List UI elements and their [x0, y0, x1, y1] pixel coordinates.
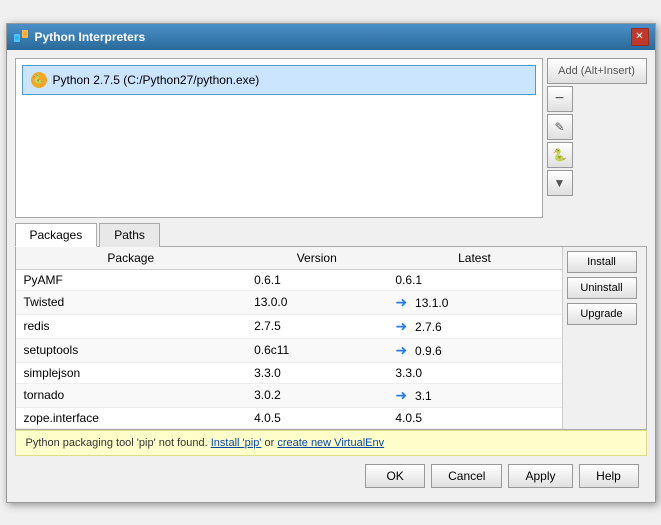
install-pip-link[interactable]: Install 'pip': [211, 437, 262, 449]
filter-button[interactable]: ▼: [547, 170, 573, 196]
cell-package: simplejson: [16, 362, 247, 383]
cell-package: PyAMF: [16, 269, 247, 290]
col-latest: Latest: [387, 247, 561, 270]
cell-latest: ➜ 3.1: [387, 383, 561, 407]
upgrade-button[interactable]: Upgrade: [567, 303, 637, 325]
interpreter-selected[interactable]: 🐍 Python 2.7.5 (C:/Python27/python.exe): [22, 65, 536, 95]
add-interpreter-button[interactable]: Add (Alt+Insert): [547, 58, 647, 84]
cell-version: 13.0.0: [246, 290, 387, 314]
close-button[interactable]: ✕: [631, 28, 649, 46]
cell-package: setuptools: [16, 338, 247, 362]
interpreter-row: 🐍 Python 2.7.5 (C:/Python27/python.exe) …: [15, 58, 647, 218]
cell-package: redis: [16, 314, 247, 338]
tab-paths[interactable]: Paths: [99, 223, 160, 247]
main-window: Python Interpreters ✕ 🐍 Python 2.7.5 (C:…: [6, 23, 656, 503]
cell-latest: ➜ 2.7.6: [387, 314, 561, 338]
cell-version: 0.6c11: [246, 338, 387, 362]
apply-button[interactable]: Apply: [508, 464, 572, 488]
cell-package: Twisted: [16, 290, 247, 314]
install-button[interactable]: Install: [567, 251, 637, 273]
python-copy-button[interactable]: 🐍: [547, 142, 573, 168]
packages-table: Package Version Latest PyAMF0.6.10.6.1Tw…: [16, 247, 562, 429]
col-package: Package: [16, 247, 247, 270]
tabs-section: Packages Paths Package Version: [15, 222, 647, 430]
col-version: Version: [246, 247, 387, 270]
tab-row: Packages Paths: [15, 222, 647, 247]
interpreter-list: 🐍 Python 2.7.5 (C:/Python27/python.exe): [15, 58, 543, 218]
window-icon: [13, 29, 29, 45]
main-content-row: Package Version Latest PyAMF0.6.10.6.1Tw…: [16, 247, 646, 429]
table-row[interactable]: setuptools0.6c11➜ 0.9.6: [16, 338, 562, 362]
package-action-buttons: Install Uninstall Upgrade: [562, 247, 646, 429]
warning-text-mid: or: [261, 437, 277, 449]
cell-version: 4.0.5: [246, 407, 387, 428]
cell-version: 3.0.2: [246, 383, 387, 407]
remove-interpreter-button[interactable]: −: [547, 86, 573, 112]
table-row[interactable]: PyAMF0.6.10.6.1: [16, 269, 562, 290]
window-body: 🐍 Python 2.7.5 (C:/Python27/python.exe) …: [7, 50, 655, 502]
update-arrow-icon: ➜: [395, 342, 411, 358]
cell-latest: 0.6.1: [387, 269, 561, 290]
cancel-button[interactable]: Cancel: [431, 464, 502, 488]
cell-version: 0.6.1: [246, 269, 387, 290]
interpreter-label: Python 2.7.5 (C:/Python27/python.exe): [53, 73, 260, 87]
help-button[interactable]: Help: [579, 464, 639, 488]
table-row[interactable]: redis2.7.5➜ 2.7.6: [16, 314, 562, 338]
cell-version: 2.7.5: [246, 314, 387, 338]
python-icon: 🐍: [31, 72, 47, 88]
packages-table-wrapper: Package Version Latest PyAMF0.6.10.6.1Tw…: [16, 247, 562, 429]
footer-buttons: OK Cancel Apply Help: [15, 456, 647, 494]
cell-latest: 4.0.5: [387, 407, 561, 428]
cell-latest: ➜ 0.9.6: [387, 338, 561, 362]
table-row[interactable]: simplejson3.3.03.3.0: [16, 362, 562, 383]
cell-latest: 3.3.0: [387, 362, 561, 383]
warning-text-before: Python packaging tool 'pip' not found.: [26, 437, 211, 449]
edit-interpreter-button[interactable]: ✎: [547, 114, 573, 140]
title-bar: Python Interpreters ✕: [7, 24, 655, 50]
tab-packages[interactable]: Packages: [15, 223, 98, 247]
interpreter-toolbar: Add (Alt+Insert) − ✎ 🐍 ▼: [547, 58, 647, 218]
cell-package: zope.interface: [16, 407, 247, 428]
cell-version: 3.3.0: [246, 362, 387, 383]
ok-button[interactable]: OK: [365, 464, 425, 488]
uninstall-button[interactable]: Uninstall: [567, 277, 637, 299]
table-row[interactable]: Twisted13.0.0➜ 13.1.0: [16, 290, 562, 314]
table-row[interactable]: tornado3.0.2➜ 3.1: [16, 383, 562, 407]
table-row[interactable]: zope.interface4.0.54.0.5: [16, 407, 562, 428]
create-virtualenv-link[interactable]: create new VirtualEnv: [277, 437, 384, 449]
window-title: Python Interpreters: [35, 30, 146, 44]
packages-content: Package Version Latest PyAMF0.6.10.6.1Tw…: [15, 247, 647, 430]
cell-latest: ➜ 13.1.0: [387, 290, 561, 314]
update-arrow-icon: ➜: [395, 318, 411, 334]
update-arrow-icon: ➜: [395, 294, 411, 310]
update-arrow-icon: ➜: [395, 387, 411, 403]
title-bar-left: Python Interpreters: [13, 29, 146, 45]
cell-package: tornado: [16, 383, 247, 407]
warning-bar: Python packaging tool 'pip' not found. I…: [15, 430, 647, 456]
